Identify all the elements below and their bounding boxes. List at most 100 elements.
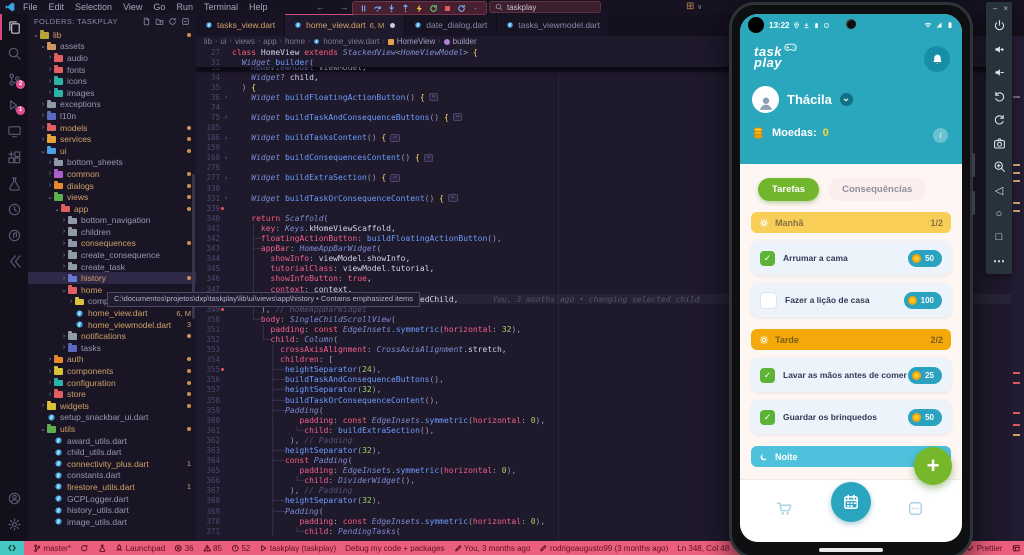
status-item-ln[interactable]: Ln 348, Col 48 [677,544,729,553]
tree-item-bottom_sheets[interactable]: › bottom_sheets [28,157,196,169]
status-item-36[interactable]: 36 [174,544,194,553]
emu-more-button[interactable]: ⋯ [986,249,1012,273]
tree-item-ui[interactable]: ⌄ ui [28,145,196,157]
stop-icon[interactable] [443,4,452,13]
status-item-85[interactable]: 85 [203,544,222,553]
tree-item-GCPLogger.dart[interactable]: GCPLogger.dart [28,493,196,505]
status-item[interactable] [80,544,89,553]
tree-item-history_utils.dart[interactable]: history_utils.dart [28,504,196,516]
step-over-icon[interactable] [373,4,382,13]
checkbox-checked[interactable]: ✓ [760,250,775,266]
bolt-icon[interactable] [415,4,424,13]
fold-chevron[interactable]: › [220,113,232,121]
avatar[interactable] [752,86,779,113]
status-item-taskplay[interactable]: taskplay (taskplay) [259,544,336,553]
tab-tarefas[interactable]: Tarefas [758,178,820,201]
tree-item-award_utils.dart[interactable]: award_utils.dart [28,435,196,447]
profile-grid-icon[interactable]: ⊞ ∨ [686,0,702,14]
task-card[interactable]: ✓ Guardar os brinquedos 50 [751,400,951,434]
tree-item-components[interactable]: › components [28,365,196,377]
tree-item-child_utils.dart[interactable]: child_utils.dart [28,446,196,458]
new-folder-icon[interactable] [155,17,164,26]
tree-item-connectivity_plus.dart[interactable]: connectivity_plus.dart 1 [28,458,196,470]
tree-item-widgets[interactable]: › widgets [28,400,196,412]
fold-chevron[interactable]: › [220,194,232,202]
tree-item-assets[interactable]: ⌄ assets [28,41,196,53]
refresh-icon[interactable] [168,17,177,26]
tree-item-l10n[interactable]: › l10n [28,110,196,122]
tree-item-home_viewmodel.dart[interactable]: home_viewmodel.dart 3 [28,319,196,331]
menu-run[interactable]: Run [176,2,193,12]
checkbox-checked[interactable]: ✓ [760,409,775,425]
fold-chevron[interactable]: › [220,93,232,101]
activitybar-files[interactable] [0,14,28,40]
status-item-launchpad[interactable]: Launchpad [115,544,165,553]
task-card[interactable]: ✓ Arrumar a cama 50 [751,241,951,275]
store-nav-icon[interactable] [776,500,793,517]
menu-view[interactable]: View [123,2,142,12]
sidebar-actions[interactable] [142,17,190,26]
tree-item-configuration[interactable]: › configuration [28,377,196,389]
menu-edit[interactable]: Edit [49,2,65,12]
restart-icon[interactable] [429,4,438,13]
info-button[interactable]: i [933,128,948,143]
folded-ellipsis[interactable]: ⋯ [390,173,400,182]
folded-ellipsis[interactable]: ⋯ [423,153,434,162]
tree-item-services[interactable]: › services [28,133,196,145]
emu-power-button[interactable] [986,14,1012,38]
debug-toolbar[interactable] [352,1,487,15]
status-item[interactable] [98,544,107,553]
checkbox-checked[interactable]: ✓ [760,367,775,383]
tree-item-lib[interactable]: ⌄ lib [28,29,196,41]
tree-item-audio[interactable]: › audio [28,52,196,64]
menu-file[interactable]: File [23,2,38,12]
tree-item-icons[interactable]: › icons [28,75,196,87]
command-center-search[interactable]: taskplay [489,1,601,13]
tree-item-views[interactable]: ⌄ views [28,191,196,203]
breadcrumb-item[interactable]: app [263,37,276,46]
activitybar-ext[interactable] [0,144,28,170]
tree-item-dialogs[interactable]: › dialogs [28,180,196,192]
fold-chevron[interactable]: › [220,174,232,182]
emu-rot-cw-button[interactable] [986,108,1012,132]
tree-item-image_utils.dart[interactable]: image_utils.dart [28,516,196,528]
tree-item-constants.dart[interactable]: constants.dart [28,470,196,482]
grip-icon[interactable] [471,4,480,13]
folded-ellipsis[interactable]: ⋯ [452,113,463,122]
tree-item-models[interactable]: › models [28,122,196,134]
status-item-you,[interactable]: You, 3 months ago [454,544,530,553]
emu-camera-button[interactable] [986,132,1012,156]
history-nav-arrows[interactable]: ← → [316,0,355,14]
activitybar-chevrons[interactable] [0,248,28,274]
tree-item-children[interactable]: › children [28,226,196,238]
breadcrumb-item[interactable]: HomeView [397,37,436,46]
emu-overview-button[interactable]: □ [986,226,1012,250]
activitybar-scm[interactable]: 2 [0,66,28,92]
tree-item-consequences[interactable]: › consequences [28,238,196,250]
notifications-bell-button[interactable] [924,46,950,72]
activitybar-gear[interactable] [0,511,28,537]
task-card[interactable]: ✓ Lavar as mãos antes de comer 25 [751,358,951,392]
activitybar-debug[interactable]: 1 [0,92,28,118]
breadcrumb-item[interactable]: views [235,37,255,46]
tree-item-firestore_utils.dart[interactable]: firestore_utils.dart 1 [28,481,196,493]
new-file-icon[interactable] [142,17,151,26]
folded-ellipsis[interactable]: ⋯ [390,133,400,142]
step-out-icon[interactable] [401,3,410,13]
checkbox-unchecked[interactable] [760,291,777,309]
fold-chevron[interactable]: › [220,154,232,162]
more-nav-icon[interactable] [907,500,924,517]
hot-restart-icon[interactable] [457,4,466,13]
emu-home-button[interactable]: ○ [986,202,1012,226]
remote-indicator[interactable] [0,541,24,555]
tree-item-home_view.dart[interactable]: home_view.dart 6, M [28,307,196,319]
status-item-rodrigoaugusto99[interactable]: rodrigoaugusto99 (3 months ago) [539,544,668,553]
tree-item-setup_snackbar_ui.dart[interactable]: setup_snackbar_ui.dart [28,412,196,424]
emulator-minimize-button[interactable]: – [993,4,997,13]
tree-item-utils[interactable]: ⌄ utils [28,423,196,435]
status-item-52[interactable]: 52 [231,544,250,553]
menu-terminal[interactable]: Terminal [204,2,238,12]
menu-go[interactable]: Go [153,2,165,12]
home-indicator[interactable] [819,548,883,552]
task-card[interactable]: Fazer a lição de casa 100 [751,283,951,317]
